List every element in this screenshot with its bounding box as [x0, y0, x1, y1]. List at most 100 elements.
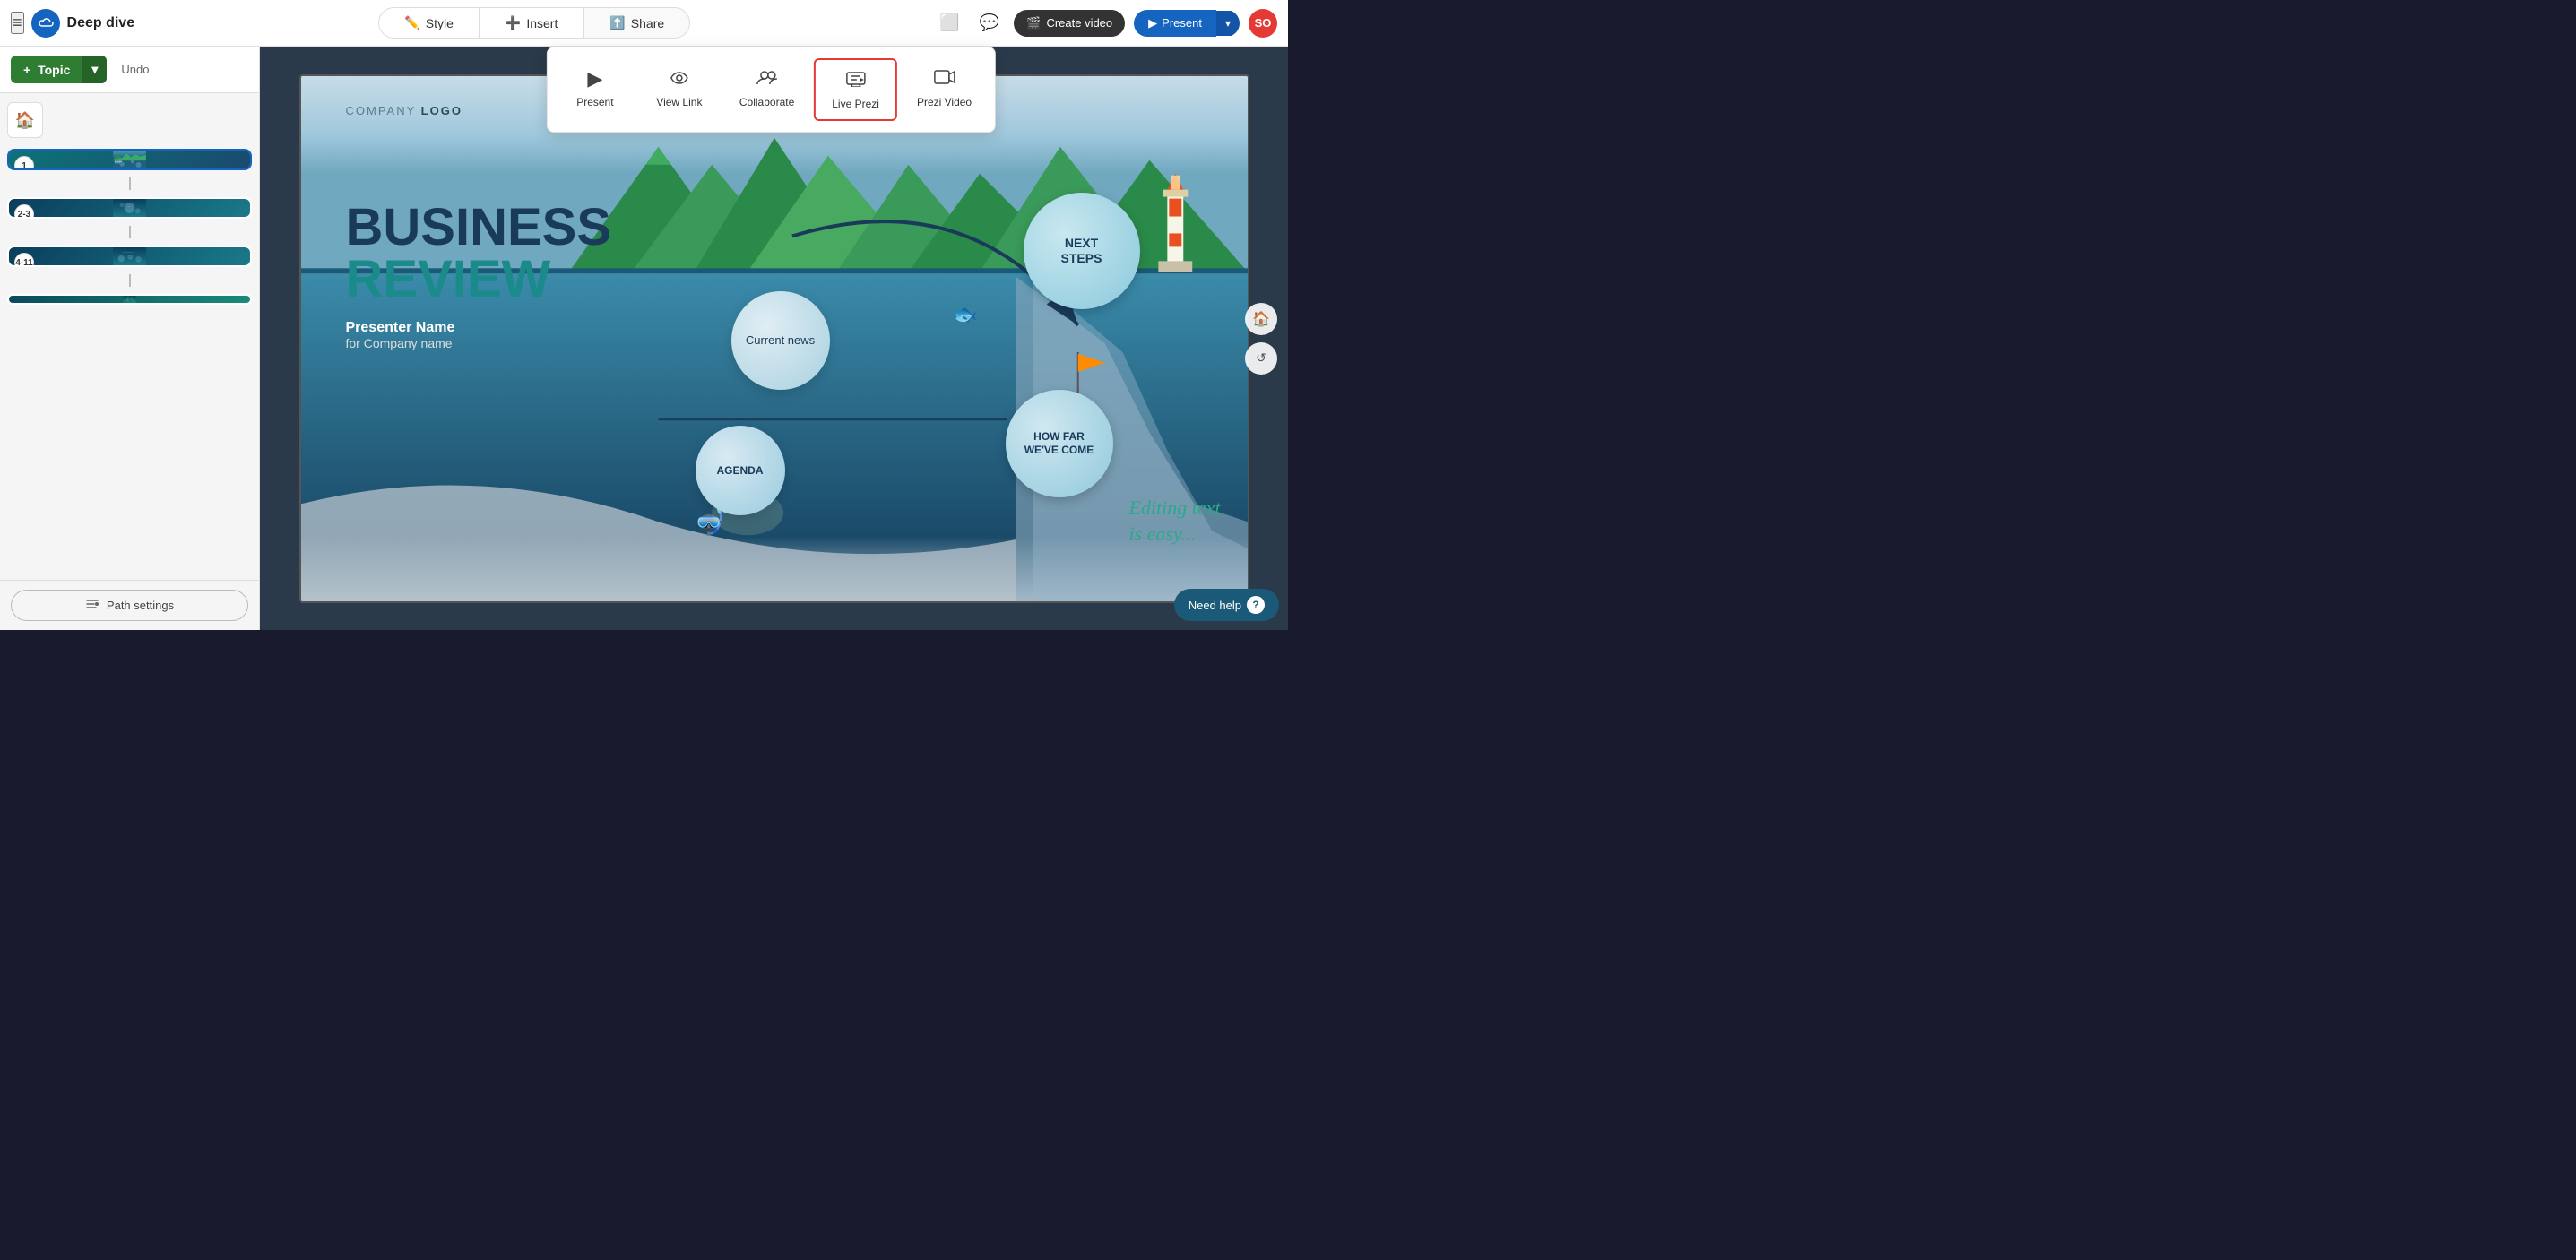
topic-dropdown-arrow[interactable]: ▾: [82, 56, 107, 83]
app-title: Deep dive: [67, 15, 135, 31]
dropdown-collaborate[interactable]: Collaborate: [723, 58, 810, 121]
editing-line1: Editing text: [1128, 496, 1220, 522]
zoom-nav-button[interactable]: ↺: [1245, 342, 1277, 375]
canvas-area: 🐟 🤿 COMPANY LOGO BUSINES: [260, 47, 1288, 630]
user-avatar[interactable]: SO: [1249, 9, 1277, 38]
style-icon: ✏️: [404, 15, 419, 30]
insert-label: Insert: [526, 16, 558, 30]
agenda-label: AGENDA: [716, 464, 763, 477]
play-icon: ▶: [1148, 16, 1157, 30]
present-label: Present: [1162, 16, 1202, 30]
refresh-icon: ↺: [1256, 350, 1266, 366]
present-btn-group: ▶ Present ▾: [1134, 10, 1240, 37]
circle-how-far[interactable]: HOW FAR WE'VE COME: [1006, 390, 1113, 497]
for-company-name: for Company name: [346, 336, 612, 350]
dropdown-present[interactable]: ▶ Present: [555, 58, 635, 121]
business-title-line1: BUSINESS: [346, 202, 612, 254]
slide-label-howfar: HOW FAR WE'VE COME: [9, 265, 250, 267]
insert-tab[interactable]: ➕ Insert: [480, 7, 583, 39]
hamburger-button[interactable]: ≡: [11, 12, 24, 34]
editing-line2: is easy...: [1128, 522, 1220, 548]
editing-text: Editing text is easy...: [1128, 496, 1220, 547]
next-steps-line2: STEPS: [1061, 251, 1102, 266]
undo-button[interactable]: Undo: [114, 59, 156, 80]
cloud-logo: [31, 9, 60, 38]
presenter-name: Presenter Name: [346, 320, 612, 336]
next-steps-line1: NEXT: [1065, 236, 1098, 251]
svg-text:🐟: 🐟: [953, 303, 977, 325]
slide-label-agenda: AGENDA: [9, 217, 250, 219]
share-label: Share: [631, 16, 664, 30]
how-far-line1: HOW FAR: [1033, 430, 1085, 443]
sidebar: + Topic ▾ Undo 🏠 1: [0, 47, 260, 630]
share-tab[interactable]: ⬆️ Share: [583, 7, 690, 39]
present-dropdown-arrow[interactable]: ▾: [1216, 11, 1240, 36]
home-icon: 🏠: [15, 111, 35, 130]
help-circle-icon: ?: [1247, 596, 1265, 614]
share-icon: ⬆️: [609, 15, 625, 30]
need-help-label: Need help: [1189, 599, 1241, 612]
create-video-label: Create video: [1046, 16, 1112, 30]
canvas-right-nav: 🏠 ↺: [1245, 303, 1277, 375]
sidebar-toolbar: + Topic ▾ Undo: [0, 47, 259, 93]
slide-connector-2: [129, 226, 131, 238]
dropdown-present-label: Present: [576, 96, 613, 108]
circle-current-news[interactable]: Current news: [731, 291, 830, 390]
slide-item-newgoals[interactable]: NEW GOALS: [7, 294, 252, 305]
present-button[interactable]: ▶ Present: [1134, 10, 1216, 37]
slide-item-agenda[interactable]: 2-3 AGENDA: [7, 197, 252, 219]
dropdown-collaborate-label: Collaborate: [739, 96, 794, 108]
sidebar-items: 🏠 1: [0, 93, 259, 580]
topic-button[interactable]: + Topic ▾: [11, 56, 107, 83]
slide-item-howfar[interactable]: 4-11 HOW FAR WE'VE COME: [7, 246, 252, 267]
slide-item-overview[interactable]: 1: [7, 149, 252, 170]
video-icon: 🎬: [1026, 16, 1041, 30]
business-review-text: BUSINESS REVIEW Presenter Name for Compa…: [346, 202, 612, 350]
circle-next-steps[interactable]: NEXT STEPS: [1024, 193, 1140, 309]
current-news-label: Current news: [746, 333, 815, 347]
topbar: ≡ Deep dive ✏️ Style ➕ Insert ⬆️ Share ⬜…: [0, 0, 1288, 47]
collaborate-icon: [756, 67, 779, 91]
main-content: + Topic ▾ Undo 🏠 1: [0, 47, 1288, 630]
slide-thumb-agenda: 2-3 AGENDA: [9, 199, 250, 217]
slide-thumb-overview: 1: [9, 151, 250, 168]
style-tab[interactable]: ✏️ Style: [378, 7, 480, 39]
slide-connector-3: [129, 274, 131, 287]
topic-label: Topic: [38, 63, 70, 77]
slide-connector-1: [129, 177, 131, 190]
business-title-line2: REVIEW: [346, 254, 612, 306]
chat-icon[interactable]: 💬: [974, 10, 1005, 36]
share-dropdown: ▶ Present View Link Collaborate: [547, 47, 996, 133]
style-label: Style: [426, 16, 454, 30]
path-settings-icon: [85, 597, 99, 614]
sidebar-home-button[interactable]: 🏠: [7, 102, 43, 138]
slide-thumb-howfar: 4-11 HOW FAR WE'VE COME: [9, 247, 250, 265]
dropdown-view-link-label: View Link: [656, 96, 702, 108]
slide-thumb-newgoals: NEW GOALS: [9, 296, 250, 303]
path-settings-label: Path settings: [107, 599, 174, 612]
slide-canvas[interactable]: 🐟 🤿 COMPANY LOGO BUSINES: [299, 74, 1249, 603]
insert-icon: ➕: [506, 15, 521, 30]
topic-button-main[interactable]: + Topic: [11, 56, 82, 83]
present-dropdown-icon: ▶: [587, 67, 602, 91]
slide-label-overview: Overview: [9, 168, 250, 170]
topbar-center: ✏️ Style ➕ Insert ⬆️ Share: [143, 7, 925, 39]
dropdown-prezi-video[interactable]: Prezi Video: [901, 58, 988, 121]
dropdown-prezi-video-label: Prezi Video: [917, 96, 972, 108]
how-far-line2: WE'VE COME: [1024, 444, 1094, 456]
view-link-icon: [670, 67, 689, 91]
dropdown-live-prezi-label: Live Prezi: [832, 98, 879, 110]
circle-agenda[interactable]: AGENDA: [696, 426, 785, 515]
subtitles-icon[interactable]: ⬜: [934, 10, 964, 36]
dropdown-view-link[interactable]: View Link: [639, 58, 720, 121]
create-video-button[interactable]: 🎬 Create video: [1014, 10, 1125, 37]
prezi-video-icon: [933, 67, 956, 91]
path-settings-button[interactable]: Path settings: [11, 590, 248, 621]
dropdown-live-prezi[interactable]: Live Prezi: [814, 58, 897, 121]
live-prezi-icon: [844, 69, 868, 92]
topbar-right: ⬜ 💬 🎬 Create video ▶ Present ▾ SO: [934, 9, 1277, 38]
need-help-button[interactable]: Need help ?: [1174, 589, 1279, 621]
company-logo-text: COMPANY LOGO: [346, 104, 462, 117]
company-logo: COMPANY LOGO: [346, 103, 462, 119]
home-nav-button[interactable]: 🏠: [1245, 303, 1277, 335]
